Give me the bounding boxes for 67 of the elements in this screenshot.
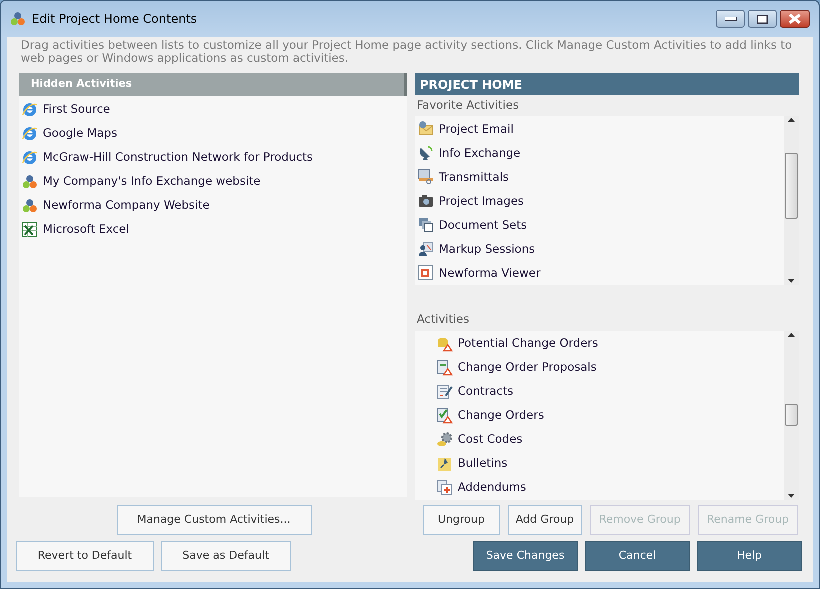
pinned-note-icon [437,456,453,472]
circles-icon [22,174,38,190]
maximize-icon [757,14,768,24]
scroll-down-icon[interactable] [788,494,795,498]
browser-icon [22,126,38,142]
button[interactable]: Add Group [508,505,582,535]
list-item[interactable]: Document Sets [439,216,528,234]
minimize-icon [724,16,736,22]
button[interactable]: Save as Default [161,541,291,571]
document-warning-icon [437,360,453,376]
panel-header: PROJECT HOME [415,73,799,95]
viewer-icon [418,265,434,282]
document-plus-icon [437,480,453,496]
envelope-icon [418,121,434,138]
button[interactable]: Cancel [585,541,690,571]
list-item[interactable]: My Company's Info Exchange website [43,173,261,191]
list-item[interactable]: Change Order Proposals [458,358,597,376]
list-item[interactable]: Info Exchange [439,144,521,162]
browser-icon [22,102,38,118]
scroll-up-icon[interactable] [788,118,795,122]
section-label: Activities [417,312,470,326]
circles-icon [22,198,38,214]
list-item[interactable]: McGraw-Hill Construction Network for Products [43,149,314,167]
checked-document-warning-icon [437,408,453,424]
list-item[interactable]: Microsoft Excel [43,221,130,239]
list-item[interactable]: Bulletins [458,454,508,472]
list-item[interactable]: Change Orders [458,406,544,424]
camera-icon [418,193,434,210]
list-item[interactable]: Project Email [439,120,514,138]
close-button[interactable] [780,10,810,28]
list-item[interactable]: Project Images [439,192,524,210]
circles-icon [10,11,26,28]
coins-warning-icon [437,336,453,352]
close-icon [789,14,801,24]
button[interactable]: Help [697,541,802,571]
list-item[interactable]: Transmittals [439,168,510,186]
button[interactable]: Save Changes [473,541,578,571]
browser-icon [22,150,38,166]
list-item[interactable]: Potential Change Orders [458,334,598,352]
scroll-up-icon[interactable] [788,332,795,336]
list-item[interactable]: Newforma Company Website [43,197,210,215]
window-title: Edit Project Home Contents [32,11,198,28]
button[interactable]: Revert to Default [16,541,154,571]
list-item[interactable]: Google Maps [43,125,118,143]
panel-header: Hidden Activities [19,73,407,96]
maximize-button[interactable] [748,10,777,28]
stacked-windows-icon [418,217,434,234]
button[interactable]: Manage Custom Activities... [116,505,312,535]
list-item[interactable]: Markup Sessions [439,240,536,258]
contract-icon [437,384,453,400]
spreadsheet-icon [22,222,38,238]
list-item[interactable]: Contracts [458,382,514,400]
instruction-text: Drag activities between lists to customize all your Project Home page activity sections. Click Manage Custom Activities to add links to web pages or Windows applications as custom activities. [21,39,794,65]
list-item[interactable]: First Source [43,101,110,119]
list-item[interactable]: Newforma Viewer [439,264,541,282]
section-label: Favorite Activities [417,98,520,112]
minimize-button[interactable] [716,10,745,28]
scrollbar-thumb[interactable] [785,404,798,426]
people-icon [418,241,434,258]
button[interactable]: Ungroup [423,505,500,535]
satellite-dish-icon [418,145,434,162]
list-item[interactable]: Cost Codes [458,430,523,448]
list-item[interactable]: Addendums [458,478,526,496]
scroll-down-icon[interactable] [788,279,795,284]
scrollbar-thumb[interactable] [785,152,798,219]
gear-coins-icon [437,432,453,448]
tray-icon [418,169,434,186]
